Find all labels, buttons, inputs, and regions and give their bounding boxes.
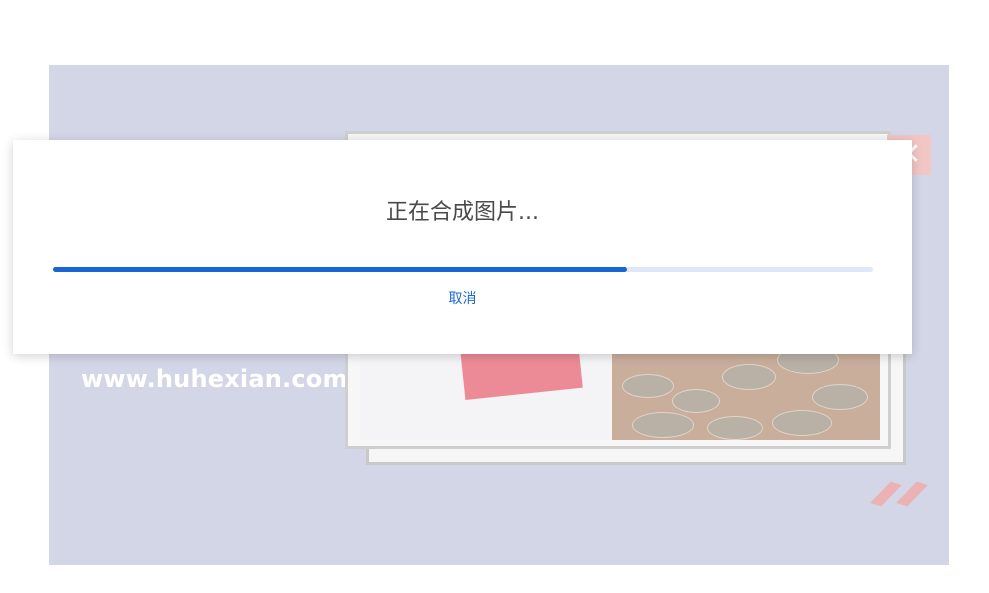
watermark-text: www.huhexian.com: [81, 365, 348, 393]
cancel-button[interactable]: 取消: [13, 288, 912, 308]
dialog-title: 正在合成图片...: [386, 200, 539, 225]
progress-bar-fill: [53, 267, 627, 272]
page: www.huhexian.com ✕ 正在合成图片...: [0, 0, 989, 593]
progress-dialog: 正在合成图片... 取消: [13, 140, 912, 354]
progress-bar: [53, 267, 873, 272]
